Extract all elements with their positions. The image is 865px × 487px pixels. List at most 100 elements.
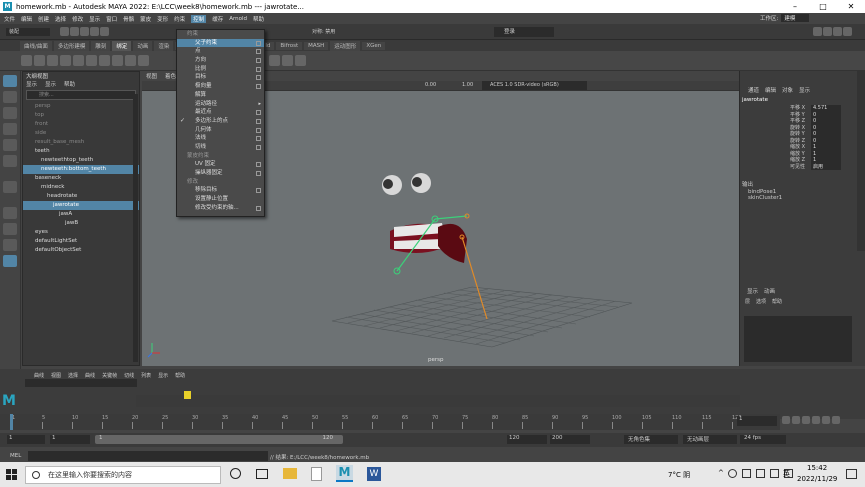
outliner-item[interactable]: midneck: [23, 183, 139, 192]
step-back-icon[interactable]: [792, 416, 800, 424]
maya-taskbar-icon[interactable]: M: [336, 465, 353, 482]
channel-box-side-tabs[interactable]: [857, 71, 865, 251]
graph-menu-5[interactable]: 切线: [124, 372, 134, 379]
redo-icon[interactable]: [100, 27, 109, 36]
task-view-icon[interactable]: [256, 469, 268, 479]
play-forward-icon[interactable]: [812, 416, 820, 424]
outliner-menu-2[interactable]: 帮助: [64, 80, 75, 88]
option-box-icon[interactable]: [256, 136, 261, 142]
graph-menu-7[interactable]: 显示: [158, 372, 168, 379]
color-space-dropdown[interactable]: ACES 1.0 SDR-video (sRGB): [482, 81, 587, 90]
viewport-menu-0[interactable]: 视图: [146, 72, 157, 80]
outliner-item[interactable]: newteethtop_teeth: [23, 156, 139, 165]
menu-1[interactable]: 编辑: [21, 15, 32, 23]
maximize-button[interactable]: □: [809, 0, 837, 13]
save-scene-icon[interactable]: [80, 27, 89, 36]
mirror-joint-icon[interactable]: [47, 55, 58, 66]
time-range-ruler-upper[interactable]: [136, 395, 740, 407]
viewport-menu-1[interactable]: 着色: [165, 72, 176, 80]
ik-handle-icon[interactable]: [34, 55, 45, 66]
start-time-field[interactable]: 1: [7, 435, 45, 444]
shelf-tab-4[interactable]: 动画: [133, 40, 153, 51]
option-box-icon[interactable]: [256, 84, 261, 90]
side-by-side-icon[interactable]: [3, 239, 17, 251]
tool-settings-icon[interactable]: [833, 27, 842, 36]
outliner-menu-0[interactable]: 显示: [26, 80, 37, 88]
menu-13[interactable]: Arnold: [229, 16, 247, 22]
channel-tab-2[interactable]: 对象: [782, 86, 793, 94]
file-explorer-icon[interactable]: [283, 468, 297, 479]
graph-menu-3[interactable]: 曲线: [85, 372, 95, 379]
layer-menu-0[interactable]: 层: [745, 298, 750, 305]
menu-item[interactable]: 父子约束: [177, 38, 264, 48]
tray-chevron-icon[interactable]: ^: [718, 469, 724, 477]
layer-menu-1[interactable]: 选项: [756, 298, 766, 305]
menu-item[interactable]: 操纵器固定: [177, 169, 264, 178]
menu-item[interactable]: 解算: [177, 91, 264, 100]
shelf-tab-10[interactable]: Bifrost: [276, 41, 303, 50]
step-forward-icon[interactable]: [822, 416, 830, 424]
move-tool-icon[interactable]: [3, 123, 17, 135]
channel-tab-0[interactable]: 通道: [748, 86, 759, 94]
graph-menu-0[interactable]: 曲线: [34, 372, 44, 379]
option-box-icon[interactable]: [256, 118, 261, 124]
single-view-icon[interactable]: [3, 207, 17, 219]
menu-item[interactable]: 目标: [177, 73, 264, 82]
outliner-item[interactable]: jawrotate: [23, 201, 139, 210]
weather-widget[interactable]: 7°C 阴: [668, 470, 690, 480]
outliner-item[interactable]: teeth: [23, 147, 139, 156]
new-scene-icon[interactable]: [60, 27, 69, 36]
character-set-dropdown[interactable]: 无角色集: [624, 435, 678, 444]
end-time-field[interactable]: 200: [550, 435, 590, 444]
outliner-item[interactable]: side: [23, 129, 139, 138]
layer-tab-1[interactable]: 动画: [764, 287, 775, 295]
skeleton-icon[interactable]: [86, 55, 97, 66]
menu-item[interactable]: 方向: [177, 56, 264, 65]
menu-item[interactable]: 多边形上的点 ✓: [177, 117, 264, 126]
menu-item[interactable]: 运动路径 ▸: [177, 100, 264, 109]
open-scene-icon[interactable]: [70, 27, 79, 36]
workspace-selector[interactable]: 工作区: 建模: [760, 14, 810, 22]
menu-item[interactable]: 几何体: [177, 126, 264, 135]
go-start-icon[interactable]: [782, 416, 790, 424]
clock-date[interactable]: 2022/11/29: [797, 475, 837, 483]
orient-constraint-icon[interactable]: [282, 55, 293, 66]
menu-item[interactable]: 切线: [177, 143, 264, 152]
outliner-search-input[interactable]: 搜索...: [26, 90, 136, 100]
cluster-icon[interactable]: [125, 55, 136, 66]
menu-item[interactable]: 极向量: [177, 82, 264, 91]
graph-menu-1[interactable]: 视图: [51, 372, 61, 379]
menu-8[interactable]: 蒙皮: [140, 15, 151, 23]
menu-9[interactable]: 变形: [157, 15, 168, 23]
range-slider[interactable]: 1 120: [95, 435, 343, 444]
menu-item[interactable]: 点: [177, 47, 264, 56]
menu-item[interactable]: UV 固定: [177, 160, 264, 169]
menu-6[interactable]: 窗口: [106, 15, 117, 23]
graph-menu-2[interactable]: 选择: [68, 372, 78, 379]
fps-dropdown[interactable]: 24 fps: [740, 435, 786, 444]
menu-14[interactable]: 帮助: [253, 15, 264, 23]
gamma-field[interactable]: 1.00: [462, 82, 473, 88]
outliner-item[interactable]: headrotate: [23, 192, 139, 201]
last-tool-icon[interactable]: [3, 181, 17, 193]
layer-tab-0[interactable]: 显示: [747, 287, 758, 295]
option-box-icon[interactable]: [256, 162, 261, 168]
login-dropdown[interactable]: 登录: [494, 27, 554, 37]
lattice-icon[interactable]: [138, 55, 149, 66]
option-box-icon[interactable]: [256, 188, 261, 194]
option-box-icon[interactable]: [256, 66, 261, 72]
option-box-icon[interactable]: [256, 171, 261, 176]
menu-item[interactable]: 法线: [177, 134, 264, 143]
menu-set-dropdown[interactable]: 装配: [6, 28, 50, 36]
clock-time[interactable]: 15:42: [807, 464, 827, 472]
symmetry-setting[interactable]: 对称: 禁用: [312, 28, 335, 35]
wifi-icon[interactable]: [770, 469, 779, 478]
taskbar-search-input[interactable]: 在这里输入你要搜索的内容: [25, 466, 221, 484]
shelf-tab-3[interactable]: 绑定: [112, 40, 132, 51]
current-frame-field[interactable]: 1: [737, 416, 777, 426]
outliner-item[interactable]: newteeth:bottom_teeth: [23, 165, 139, 174]
outliner-item[interactable]: baseneck: [23, 174, 139, 183]
point-constraint-icon[interactable]: [269, 55, 280, 66]
select-tool-icon[interactable]: [3, 75, 17, 87]
notification-icon[interactable]: [846, 469, 857, 479]
